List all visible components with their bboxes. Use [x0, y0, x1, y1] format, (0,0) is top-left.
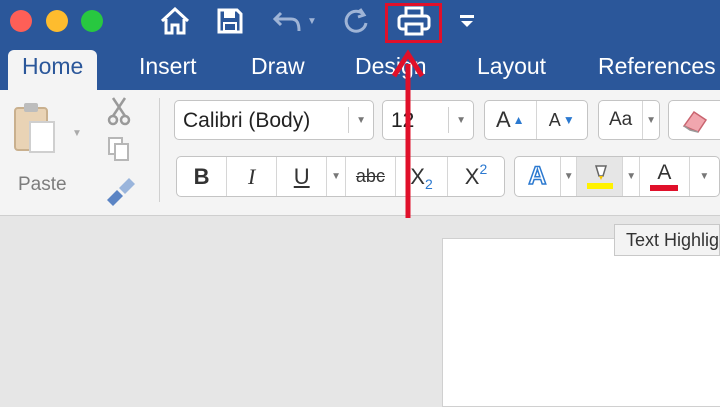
underline-button[interactable]: U	[277, 157, 328, 196]
font-name-value: Calibri (Body)	[183, 109, 311, 132]
superscript-digit: 2	[479, 160, 488, 177]
undo-dropdown-icon[interactable]: ▼	[307, 16, 317, 27]
clear-formatting-button[interactable]	[668, 100, 720, 140]
font-size-dropdown-icon[interactable]: ▼	[456, 115, 466, 126]
tab-home[interactable]: Home	[8, 50, 98, 90]
underline-dropdown-icon[interactable]: ▼	[327, 157, 346, 196]
change-case-dropdown-icon[interactable]: ▼	[643, 101, 659, 139]
font-color-button[interactable]: A	[640, 157, 690, 196]
text-format-group: B I U ▼ abc X2 X2	[176, 156, 505, 197]
format-painter-icon[interactable]	[103, 176, 137, 211]
highlight-tooltip: Text Highlight Color	[614, 224, 720, 256]
bold-button[interactable]: B	[177, 157, 228, 196]
home-icon[interactable]	[155, 4, 195, 38]
ribbon: ▼ Paste Calibri (Body) ▼ 12 ▼ A ▲ A ▼ Aa ▼	[0, 90, 720, 216]
highlight-color-swatch	[586, 183, 613, 189]
font-color-label: A	[657, 160, 672, 184]
font-color-dropdown-icon[interactable]: ▼	[690, 157, 719, 196]
maximize-window-button[interactable]	[81, 10, 103, 32]
superscript-label: X	[464, 163, 480, 189]
text-effects-button[interactable]: A	[515, 157, 561, 196]
eraser-icon	[669, 101, 720, 139]
grow-font-button[interactable]: A ▲	[485, 101, 537, 139]
paste-label: Paste	[18, 174, 67, 195]
effects-group: A ▼ ▼ A ▼	[514, 156, 720, 197]
text-effects-dropdown-icon[interactable]: ▼	[561, 157, 578, 196]
italic-button[interactable]: I	[227, 157, 278, 196]
paste-dropdown-icon[interactable]: ▼	[72, 128, 82, 139]
close-window-button[interactable]	[10, 10, 32, 32]
customize-toolbar-icon[interactable]	[456, 4, 478, 38]
strikethrough-button[interactable]: abc	[346, 157, 396, 196]
save-icon[interactable]	[212, 4, 248, 38]
highlight-dropdown-icon[interactable]: ▼	[623, 157, 640, 196]
print-highlight-box	[385, 3, 442, 43]
tab-layout[interactable]: Layout	[477, 50, 546, 90]
tab-references[interactable]: References	[598, 50, 716, 90]
change-case-button[interactable]: Aa ▼	[598, 100, 660, 140]
paste-button[interactable]: ▼ Paste	[10, 100, 82, 200]
font-name-combobox[interactable]: Calibri (Body) ▼	[174, 100, 374, 140]
copy-icon[interactable]	[107, 136, 131, 167]
font-size-buttons: A ▲ A ▼	[484, 100, 588, 140]
highlight-color-button[interactable]	[577, 157, 624, 196]
annotation-arrow-icon	[391, 49, 425, 218]
title-bar: ▼ Home Insert Draw Design Layout Referen…	[0, 0, 720, 90]
tab-insert[interactable]: Insert	[139, 50, 197, 90]
change-case-label: Aa	[599, 101, 644, 139]
undo-icon[interactable]: ▼	[268, 4, 322, 38]
cut-icon[interactable]	[104, 96, 134, 131]
highlighter-icon	[594, 165, 607, 180]
font-color-swatch	[650, 184, 679, 191]
divider	[159, 98, 160, 202]
minimize-window-button[interactable]	[46, 10, 68, 32]
font-name-dropdown-icon[interactable]: ▼	[356, 115, 366, 126]
grow-font-label: A	[495, 107, 511, 132]
document-page[interactable]	[442, 238, 720, 407]
shrink-font-label: A	[548, 109, 561, 130]
superscript-button[interactable]: X2	[448, 157, 504, 196]
shrink-font-button[interactable]: A ▼	[537, 101, 588, 139]
redo-icon[interactable]	[338, 4, 374, 38]
tab-draw[interactable]: Draw	[251, 50, 305, 90]
